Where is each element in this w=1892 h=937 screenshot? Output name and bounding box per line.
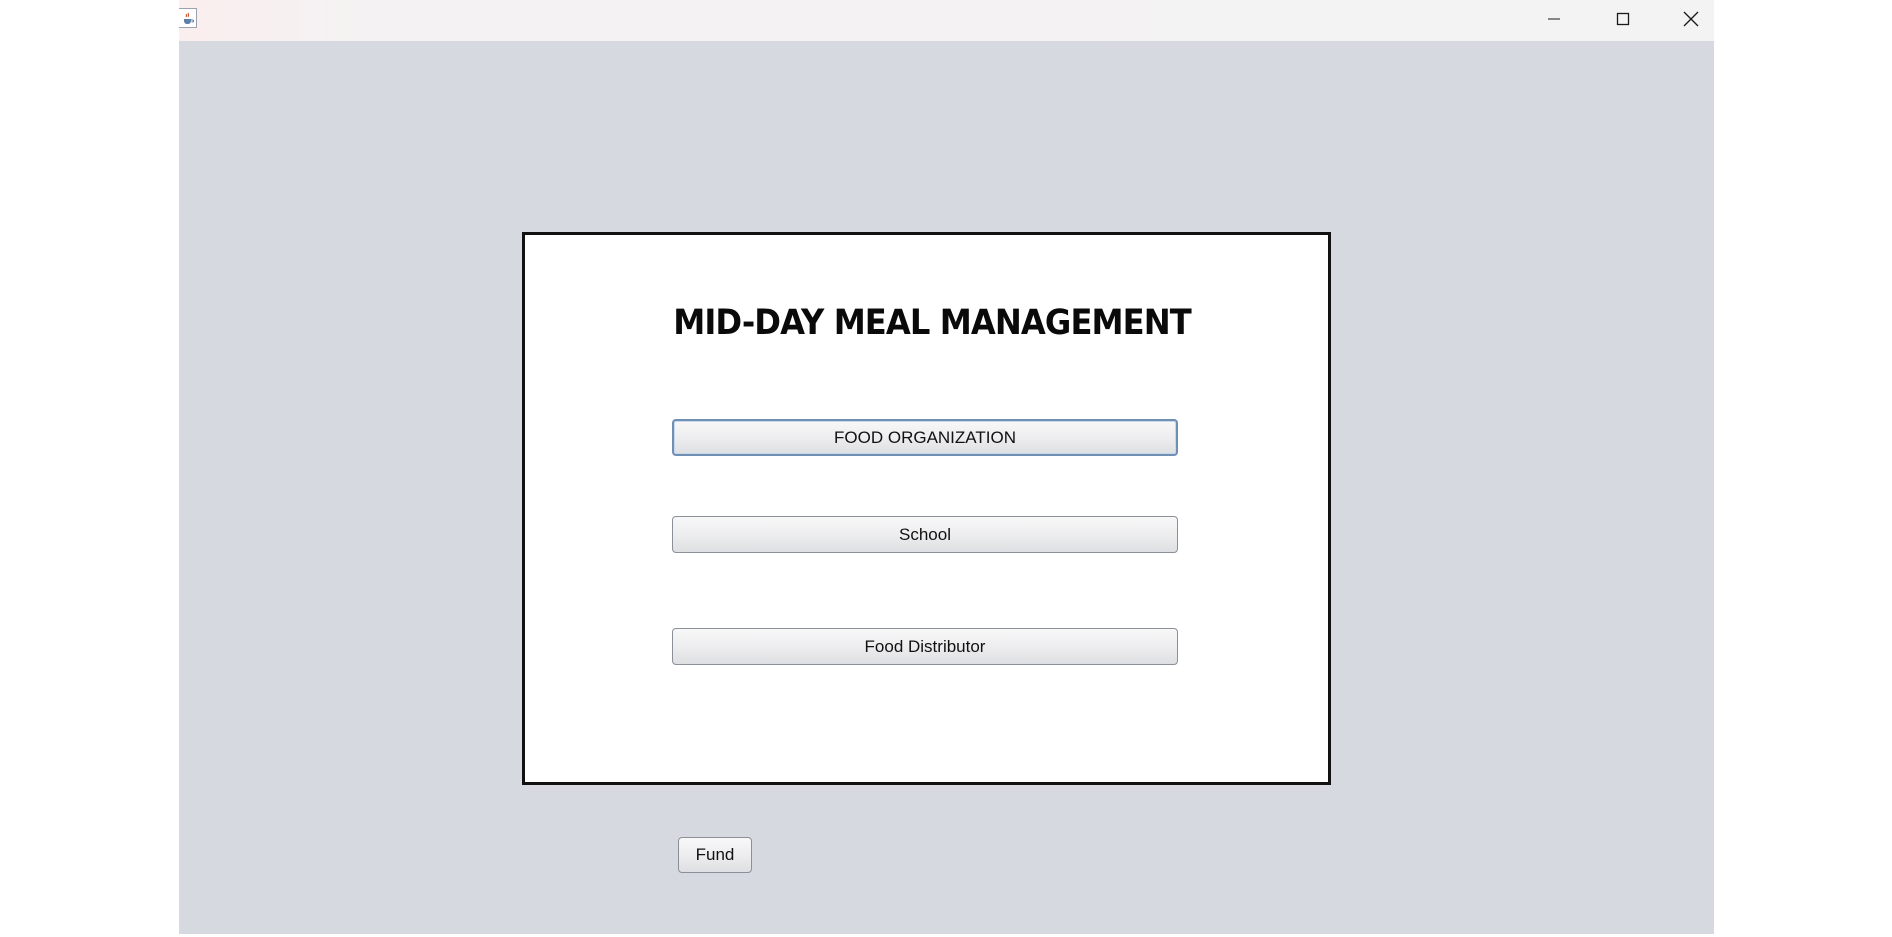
fund-button[interactable]: Fund <box>678 837 752 873</box>
minimize-icon <box>1548 18 1560 19</box>
main-panel: MID-DAY MEAL MANAGEMENT FOOD ORGANIZATIO… <box>522 232 1331 785</box>
school-button[interactable]: School <box>672 516 1178 553</box>
food-organization-button[interactable]: FOOD ORGANIZATION <box>672 419 1178 456</box>
title-bar[interactable] <box>179 0 1714 41</box>
maximize-button[interactable] <box>1589 0 1657 37</box>
food-distributor-button[interactable]: Food Distributor <box>672 628 1178 665</box>
page-title: MID-DAY MEAL MANAGEMENT <box>673 303 1191 343</box>
minimize-button[interactable] <box>1520 0 1588 37</box>
java-cup-icon[interactable] <box>179 8 197 28</box>
close-button[interactable] <box>1657 0 1725 37</box>
maximize-icon <box>1616 12 1630 25</box>
close-icon <box>1683 11 1699 26</box>
app-window: MID-DAY MEAL MANAGEMENT FOOD ORGANIZATIO… <box>179 0 1714 934</box>
content-area: MID-DAY MEAL MANAGEMENT FOOD ORGANIZATIO… <box>179 41 1714 934</box>
